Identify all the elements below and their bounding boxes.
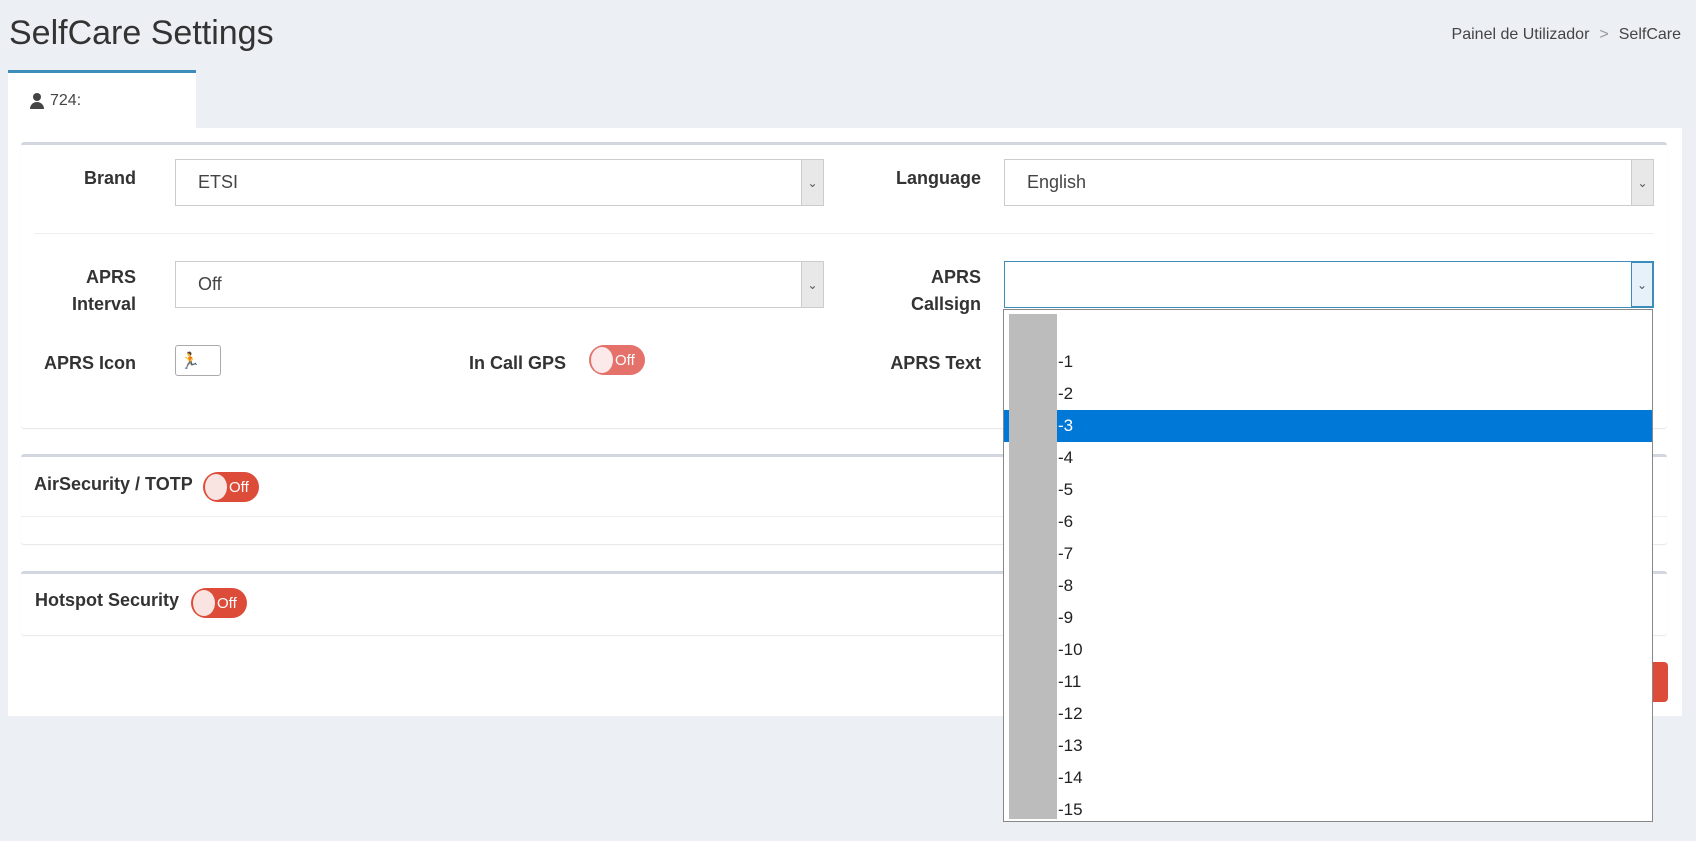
chevron-down-icon[interactable]: ⌄ (1631, 262, 1653, 307)
dropdown-option[interactable]: -3 (1004, 410, 1652, 442)
airsecurity-toggle[interactable]: Off (203, 472, 259, 502)
dropdown-option[interactable]: -7 (1004, 538, 1652, 570)
aprs-callsign-label: APRS Callsign (881, 264, 981, 318)
aprs-icon-picker[interactable]: 🏃 (175, 345, 221, 376)
hotspot-security-title: Hotspot Security (35, 590, 180, 610)
dropdown-option[interactable]: -11 (1004, 666, 1652, 698)
runner-icon: 🏃 (180, 352, 200, 370)
aprs-callsign-label-line2: Callsign (910, 294, 981, 314)
brand-label: Brand (83, 168, 136, 188)
aprs-callsign-select[interactable]: ⌄ (1004, 261, 1654, 308)
language-select[interactable]: English ⌄ (1004, 159, 1654, 206)
dropdown-option[interactable]: -13 (1004, 730, 1652, 762)
dropdown-option[interactable]: -14 (1004, 762, 1652, 794)
aprs-callsign-dropdown-list[interactable]: -1 -2 -3 -4 -5 -6 -7 -8 -9 -10 -11 -12 -13 -14 -15 (1003, 309, 1653, 822)
dropdown-option[interactable]: -9 (1004, 602, 1652, 634)
breadcrumb: Painel de Utilizador > SelfCare (1452, 26, 1681, 44)
aprs-interval-label-line2: Interval (71, 294, 136, 314)
dropdown-option[interactable] (1004, 314, 1652, 346)
page-title: SelfCare Settings (9, 14, 274, 52)
tab-user-label: 724: (50, 91, 82, 109)
airsecurity-toggle-label: Off (229, 478, 249, 496)
in-call-gps-toggle[interactable]: Off (589, 345, 645, 375)
breadcrumb-current: SelfCare (1618, 26, 1681, 43)
aprs-icon-label: APRS Icon (43, 353, 136, 373)
in-call-gps-label: In Call GPS (468, 353, 566, 373)
airsecurity-title: AirSecurity / TOTP (34, 474, 193, 494)
dropdown-option[interactable]: -5 (1004, 474, 1652, 506)
aprs-interval-select-value: Off (198, 274, 222, 294)
in-call-gps-toggle-label: Off (615, 351, 635, 369)
tab-strip: 724: (8, 70, 196, 128)
brand-select-value: ETSI (198, 172, 239, 192)
aprs-text-label: APRS Text (890, 353, 981, 373)
dropdown-option[interactable]: -1 (1004, 346, 1652, 378)
dropdown-option[interactable]: -2 (1004, 378, 1652, 410)
user-icon (30, 92, 44, 109)
language-label: Language (895, 168, 981, 188)
aprs-interval-label: APRS Interval (41, 264, 136, 318)
chevron-down-icon[interactable]: ⌄ (1631, 160, 1653, 205)
chevron-down-icon[interactable]: ⌄ (801, 160, 823, 205)
brand-select[interactable]: ETSI ⌄ (175, 159, 824, 206)
dropdown-option[interactable]: -6 (1004, 506, 1652, 538)
dropdown-option[interactable]: -8 (1004, 570, 1652, 602)
aprs-interval-select[interactable]: Off ⌄ (175, 261, 824, 308)
chevron-down-icon[interactable]: ⌄ (801, 262, 823, 307)
callsign-prefix-redaction (1009, 314, 1057, 819)
dropdown-option[interactable]: -12 (1004, 698, 1652, 730)
dropdown-option[interactable]: -10 (1004, 634, 1652, 666)
aprs-interval-label-line1: APRS (85, 267, 136, 287)
dropdown-option[interactable]: -15 (1004, 794, 1652, 821)
tab-user[interactable]: 724: (8, 70, 196, 128)
hotspot-security-toggle-label: Off (217, 594, 237, 612)
form-divider (34, 233, 1654, 234)
aprs-callsign-label-line1: APRS (930, 267, 981, 287)
breadcrumb-home-link[interactable]: Painel de Utilizador (1452, 26, 1590, 44)
language-select-value: English (1027, 172, 1087, 192)
hotspot-security-toggle[interactable]: Off (191, 588, 247, 618)
dropdown-option[interactable]: -4 (1004, 442, 1652, 474)
breadcrumb-separator: > (1599, 26, 1609, 43)
